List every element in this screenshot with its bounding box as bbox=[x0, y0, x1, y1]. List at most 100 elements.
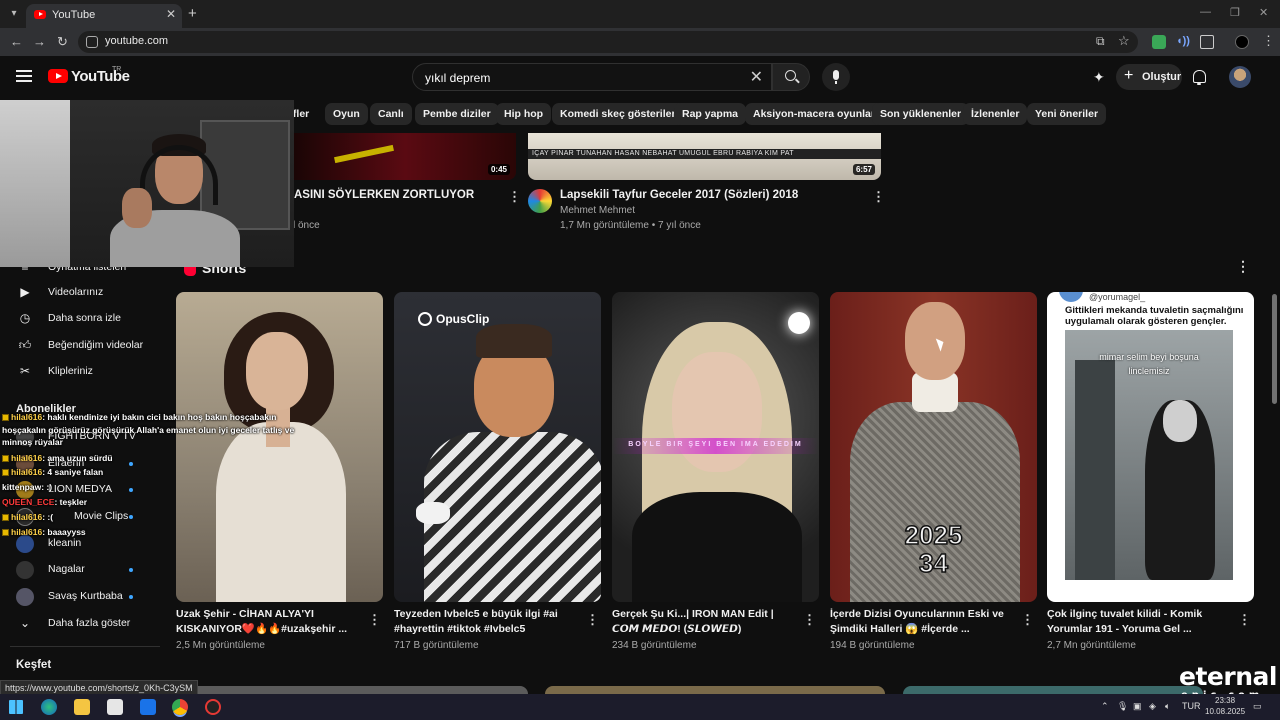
chat-text: : 4 saniye falan bbox=[42, 467, 104, 477]
chat-text: : baaayyss bbox=[42, 527, 86, 537]
menu-icon[interactable] bbox=[16, 70, 32, 85]
back-icon[interactable]: ← bbox=[10, 34, 23, 49]
extensions-puzzle-icon[interactable] bbox=[1200, 35, 1214, 49]
video-thumbnail[interactable] bbox=[903, 686, 1203, 694]
account-avatar[interactable] bbox=[1229, 66, 1251, 88]
voice-search-button[interactable] bbox=[822, 63, 850, 91]
language-indicator[interactable]: TUR bbox=[1182, 701, 1201, 711]
mic-tray-icon[interactable]: 🎙︎ bbox=[1117, 701, 1128, 712]
sidebar-item-liked-videos[interactable]: 👍︎ Beğendiğim videolar bbox=[0, 333, 170, 359]
sidebar-item-label: Savaş Kurtbaba bbox=[48, 590, 123, 602]
chat-badge-icon bbox=[2, 455, 9, 462]
close-window-icon[interactable]: ✕ bbox=[1259, 6, 1268, 19]
short-thumbnail[interactable]: BOYLE BIR ŞEYI BEN IMA EDEDIM bbox=[612, 292, 819, 602]
profile-icon[interactable] bbox=[1235, 35, 1249, 49]
forward-icon[interactable]: → bbox=[33, 34, 46, 49]
reload-icon[interactable]: ↻ bbox=[57, 34, 68, 50]
extension-audio-icon[interactable]: ◖)) bbox=[1176, 35, 1190, 49]
more-options-icon[interactable]: ⋮ bbox=[1236, 258, 1250, 275]
short-title[interactable]: Gerçek Şu Ki...| IRON MAN Edit |𝘾𝙊𝙈 𝙈𝙀𝘿𝙊… bbox=[612, 607, 797, 637]
chip-pembe-diziler[interactable]: Pembe diziler bbox=[415, 103, 499, 125]
short-title[interactable]: Uzak Şehir - CİHAN ALYA'YI KISKANIYOR❤️🔥… bbox=[176, 607, 361, 637]
browser-menu-icon[interactable]: ⋮ bbox=[1262, 33, 1275, 49]
search-button[interactable] bbox=[772, 63, 810, 91]
clock-date[interactable]: 10.08.2025 bbox=[1205, 707, 1245, 716]
browser-tabbar: ▾ YouTube ✕ + — ❐ ✕ bbox=[0, 0, 1280, 28]
video-title[interactable]: ASINI SÖYLERKEN ZORTLUYOR bbox=[294, 189, 474, 201]
more-options-icon[interactable]: ⋮ bbox=[872, 189, 885, 205]
channel-name[interactable]: Mehmet Mehmet bbox=[560, 205, 635, 216]
chat-message: hilal616: haklı kendinize iyi bakın cici… bbox=[2, 412, 276, 422]
notification-icon[interactable]: ▭ bbox=[1253, 701, 1262, 712]
chat-badge-icon bbox=[2, 514, 9, 521]
sidebar-subscription[interactable]: Savaş Kurtbaba bbox=[0, 584, 170, 610]
chip-son-yuklenenler[interactable]: Son yüklenenler bbox=[872, 103, 970, 125]
tray-app-icon[interactable]: ◈ bbox=[1149, 701, 1156, 712]
video-thumbnail[interactable] bbox=[176, 686, 528, 694]
address-bar[interactable]: youtube.com ⧉ ☆ bbox=[78, 31, 1138, 53]
start-windows-icon[interactable] bbox=[9, 700, 23, 714]
app-icon[interactable] bbox=[205, 699, 221, 715]
tab-search-icon[interactable]: ▾ bbox=[6, 6, 22, 22]
store-icon[interactable] bbox=[107, 699, 123, 715]
short-title[interactable]: Çok ilginç tuvalet kilidi - Komik Yoruml… bbox=[1047, 607, 1232, 637]
new-tab-icon[interactable]: + bbox=[188, 5, 197, 22]
short-thumbnail[interactable] bbox=[176, 292, 383, 602]
sidebar-item-watch-later[interactable]: ◷ Daha sonra izle bbox=[0, 306, 170, 332]
minimize-icon[interactable]: — bbox=[1200, 6, 1211, 18]
extension-shield-icon[interactable] bbox=[1152, 35, 1166, 49]
sidebar-item-label: LION MEDYA bbox=[48, 483, 112, 495]
more-options-icon[interactable]: ⋮ bbox=[1021, 612, 1034, 628]
create-button[interactable]: + Oluştur bbox=[1116, 64, 1182, 90]
sidebar-show-more[interactable]: ⌄ Daha fazla göster bbox=[0, 611, 170, 637]
video-thumbnail[interactable]: 0:45 bbox=[294, 133, 516, 180]
video-thumbnail[interactable] bbox=[545, 686, 885, 694]
chat-message: hilal616: :( bbox=[2, 512, 53, 522]
more-options-icon[interactable]: ⋮ bbox=[586, 612, 599, 628]
short-title[interactable]: Teyzeden Ivbelc5 e büyük ilgi #ai #hayre… bbox=[394, 607, 579, 637]
install-app-icon[interactable]: ⧉ bbox=[1096, 34, 1105, 49]
notifications-bell-icon[interactable] bbox=[1193, 70, 1206, 85]
chip-rap-yapma[interactable]: Rap yapma bbox=[674, 103, 747, 125]
browser-tab-youtube[interactable]: YouTube ✕ bbox=[26, 4, 182, 28]
page-scrollbar[interactable] bbox=[1272, 294, 1277, 404]
search-input[interactable]: yıkıl deprem ✕ bbox=[412, 63, 772, 91]
youtube-logo-icon[interactable] bbox=[48, 69, 68, 83]
bookmark-star-icon[interactable]: ☆ bbox=[1118, 33, 1130, 49]
sidebar-subscription[interactable]: Nagalar bbox=[0, 557, 170, 583]
chat-username: hilal616 bbox=[11, 467, 43, 477]
more-options-icon[interactable]: ⋮ bbox=[508, 189, 521, 205]
sidebar-item-your-videos[interactable]: ▶ Videolarınız bbox=[0, 280, 170, 306]
sparkle-icon[interactable]: ✦ bbox=[1093, 69, 1105, 86]
clear-search-icon[interactable]: ✕ bbox=[750, 67, 763, 87]
tray-chevron-icon[interactable]: ⌃ bbox=[1101, 701, 1109, 712]
more-options-icon[interactable]: ⋮ bbox=[803, 612, 816, 628]
video-thumbnail[interactable]: IÇAY PINAR TUNAHAN HASAN NEBAHAT UMUGUL … bbox=[528, 133, 881, 180]
file-explorer-icon[interactable] bbox=[74, 699, 90, 715]
sidebar-item-clips[interactable]: ✂ Klipleriniz bbox=[0, 359, 170, 385]
restore-icon[interactable]: ❐ bbox=[1230, 6, 1240, 19]
video-title[interactable]: Lapsekili Tayfur Geceler 2017 (Sözleri) … bbox=[560, 189, 798, 201]
short-title[interactable]: İçerde Dizisi Oyuncularının Eski ve Şimd… bbox=[830, 607, 1015, 637]
chip-komedi[interactable]: Komedi skeç gösterileri bbox=[552, 103, 687, 125]
more-options-icon[interactable]: ⋮ bbox=[368, 612, 381, 628]
outlook-icon[interactable] bbox=[140, 699, 156, 715]
clock-time[interactable]: 23:38 bbox=[1215, 696, 1235, 705]
chip-aksiyon-macera[interactable]: Aksiyon-macera oyunları bbox=[745, 103, 886, 125]
chrome-icon[interactable] bbox=[172, 699, 188, 715]
chip-yeni-oneriler[interactable]: Yeni öneriler bbox=[1027, 103, 1107, 125]
short-thumbnail[interactable]: @yorumagel_ Gittikleri mekanda tuvaletin… bbox=[1047, 292, 1254, 602]
chip-izlenenler[interactable]: İzlenenler bbox=[963, 103, 1028, 125]
chip-hip-hop[interactable]: Hip hop bbox=[496, 103, 552, 125]
tab-close-icon[interactable]: ✕ bbox=[166, 7, 176, 21]
more-options-icon[interactable]: ⋮ bbox=[1238, 612, 1251, 628]
channel-avatar[interactable] bbox=[528, 189, 552, 213]
volume-icon[interactable]: 🔈︎ bbox=[1165, 701, 1170, 712]
edge-icon[interactable] bbox=[41, 699, 57, 715]
chip-oyun[interactable]: Oyun bbox=[325, 103, 368, 125]
chip-canli[interactable]: Canlı bbox=[370, 103, 412, 125]
site-info-icon[interactable] bbox=[86, 36, 98, 48]
short-thumbnail[interactable]: OpusClip bbox=[394, 292, 601, 602]
short-thumbnail[interactable]: 2025 34 bbox=[830, 292, 1037, 602]
tray-app-icon[interactable]: ▣ bbox=[1133, 701, 1142, 712]
